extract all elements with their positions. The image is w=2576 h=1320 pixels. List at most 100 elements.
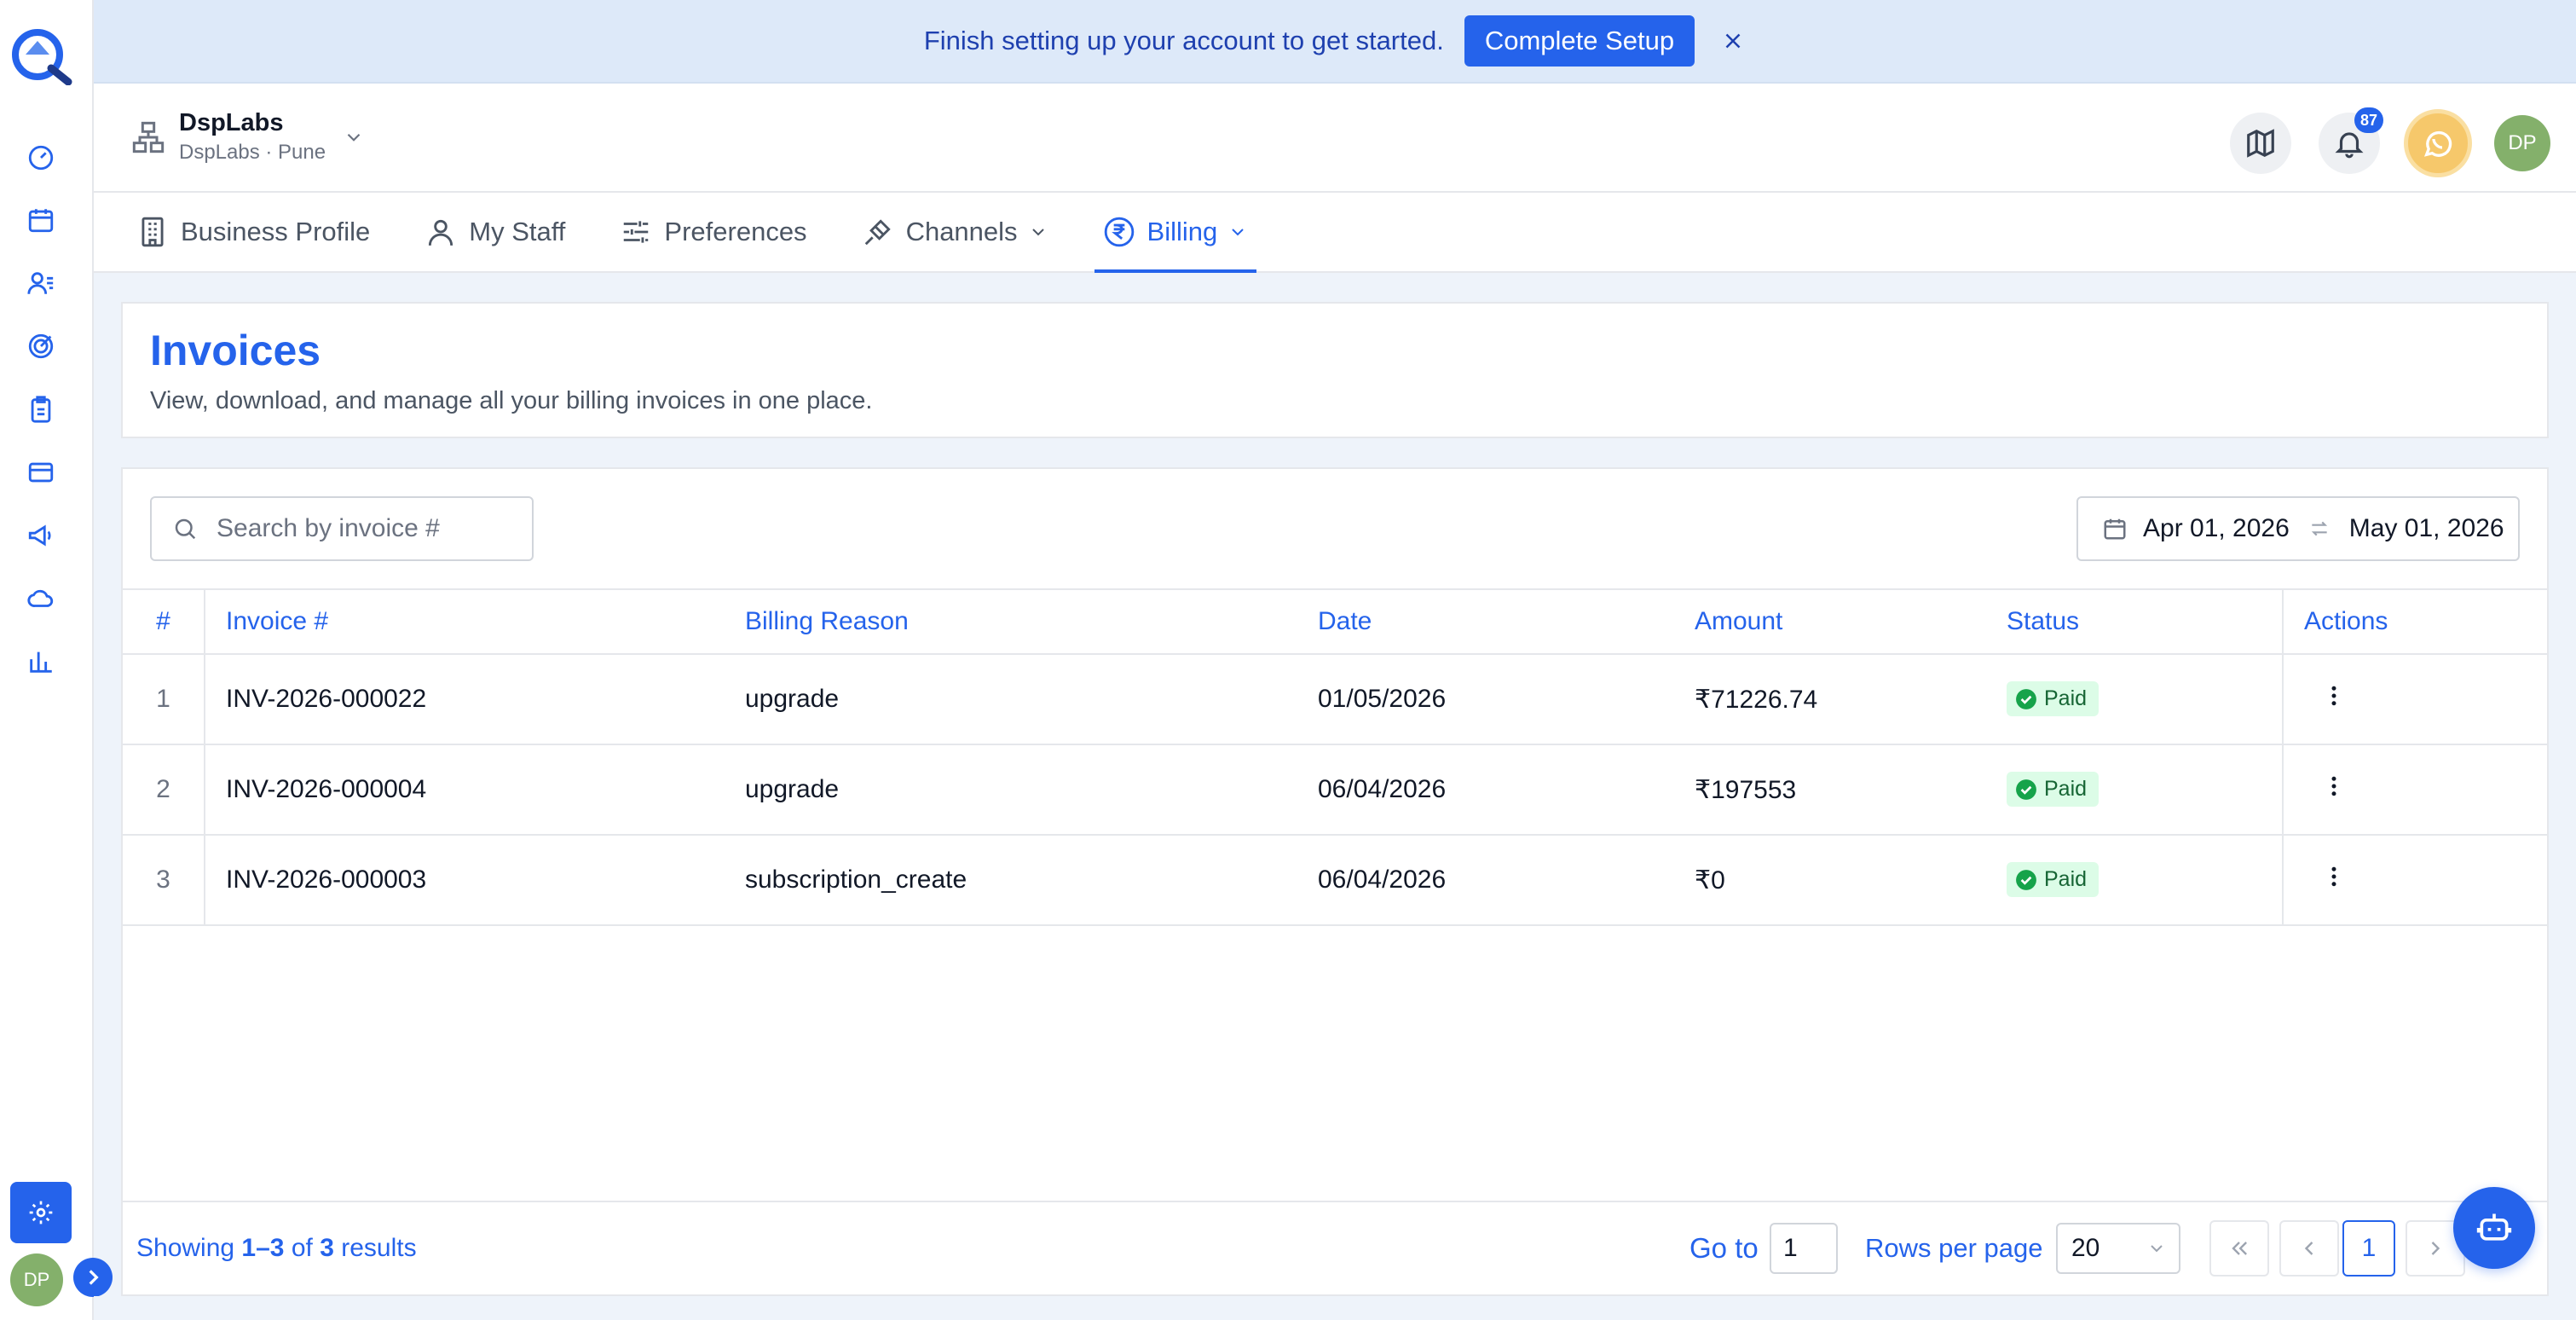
page-header: Invoices View, download, and manage all … xyxy=(121,302,2549,438)
tab-label: My Staff xyxy=(469,217,566,246)
app-logo[interactable] xyxy=(9,24,73,86)
column-header-amount[interactable]: Amount xyxy=(1674,588,1986,655)
sidebar-expand-button[interactable] xyxy=(73,1258,113,1297)
billing-reason: upgrade xyxy=(725,744,1297,836)
banner-message: Finish setting up your account to get st… xyxy=(923,26,1444,55)
search-box[interactable] xyxy=(150,496,534,561)
table-row[interactable]: 1 INV-2026-000022 upgrade 01/05/2026 ₹71… xyxy=(123,654,2547,745)
complete-setup-button[interactable]: Complete Setup xyxy=(1464,15,1695,67)
clipboard-icon[interactable] xyxy=(24,392,58,426)
status-cell: Paid xyxy=(1986,654,2283,745)
actions-cell xyxy=(2282,744,2547,836)
status-label: Paid xyxy=(2044,686,2088,711)
cloud-icon[interactable] xyxy=(24,582,58,616)
invoice-date: 06/04/2026 xyxy=(1297,835,1674,926)
date-from[interactable]: Apr 01, 2026 xyxy=(2143,514,2290,543)
target-icon[interactable] xyxy=(24,329,58,363)
date-to[interactable]: May 01, 2026 xyxy=(2349,514,2504,543)
check-circle-icon xyxy=(2016,869,2036,890)
sidebar: DP xyxy=(0,0,113,1320)
invoice-amount: ₹71226.74 xyxy=(1674,654,1986,745)
bell-icon xyxy=(2335,132,2364,159)
org-icon xyxy=(132,121,165,153)
org-switcher[interactable]: DspLabs DspLabs · Pune xyxy=(131,109,365,165)
invoice-amount: ₹0 xyxy=(1674,835,1986,926)
swap-icon xyxy=(2311,521,2327,536)
more-vertical-icon[interactable] xyxy=(2321,862,2347,891)
showing-of: of xyxy=(291,1234,313,1262)
chevron-left-icon xyxy=(2304,1242,2313,1255)
prev-page-button[interactable] xyxy=(2279,1220,2339,1277)
column-header-invoice[interactable]: Invoice # xyxy=(205,588,725,655)
calendar-icon[interactable] xyxy=(24,203,58,237)
status-badge: Paid xyxy=(2007,772,2099,808)
card-icon[interactable] xyxy=(24,455,58,489)
table-footer: Showing 1–3 of 3 results Go to 1 Rows pe… xyxy=(123,1201,2547,1294)
bot-icon xyxy=(2476,1213,2512,1241)
first-page-button[interactable] xyxy=(2209,1220,2269,1277)
status-badge: Paid xyxy=(2007,681,2099,717)
rupee-icon xyxy=(1104,217,1134,247)
more-vertical-icon[interactable] xyxy=(2321,772,2347,801)
tab-channels[interactable]: Channels xyxy=(853,193,1057,271)
bar-chart-icon[interactable] xyxy=(24,645,58,679)
invoice-date: 06/04/2026 xyxy=(1297,744,1674,836)
map-button[interactable] xyxy=(2230,113,2291,174)
notifications-button[interactable]: 87 xyxy=(2319,107,2383,174)
column-header-index: # xyxy=(123,588,205,655)
search-input[interactable] xyxy=(217,514,506,543)
chevron-down-icon xyxy=(2151,1245,2163,1253)
column-header-date[interactable]: Date xyxy=(1297,588,1674,655)
notification-count-badge: 87 xyxy=(2354,107,2383,133)
table-header-row: # Invoice # Billing Reason Date Amount S… xyxy=(123,588,2547,655)
goto-page-input[interactable]: 1 xyxy=(1770,1223,1838,1274)
settings-tabs: Business Profile My Staff Preferences Ch… xyxy=(94,193,2576,273)
chatbot-button[interactable] xyxy=(2453,1187,2535,1269)
tab-billing[interactable]: Billing xyxy=(1094,193,1257,273)
invoice-amount: ₹197553 xyxy=(1674,744,1986,836)
more-vertical-icon[interactable] xyxy=(2321,681,2347,710)
status-cell: Paid xyxy=(1986,744,2283,836)
status-cell: Paid xyxy=(1986,835,2283,926)
invoice-number: INV-2026-000003 xyxy=(205,835,725,926)
check-circle-icon xyxy=(2016,688,2036,709)
status-label: Paid xyxy=(2044,867,2088,892)
setup-banner: Finish setting up your account to get st… xyxy=(94,0,2576,84)
chevron-right-icon xyxy=(2431,1242,2440,1255)
tab-preferences[interactable]: Preferences xyxy=(611,193,815,271)
goto-label: Go to xyxy=(1689,1232,1759,1264)
megaphone-icon[interactable] xyxy=(24,518,58,553)
column-header-billing-reason[interactable]: Billing Reason xyxy=(725,588,1297,655)
sidebar-avatar[interactable]: DP xyxy=(10,1253,63,1306)
chevron-right-icon xyxy=(89,1270,99,1285)
showing-suffix: results xyxy=(341,1234,417,1262)
user-avatar[interactable]: DP xyxy=(2494,115,2550,171)
gear-icon xyxy=(29,1201,53,1224)
settings-button[interactable] xyxy=(10,1182,72,1243)
close-icon[interactable] xyxy=(1720,28,1746,54)
page-number-button[interactable]: 1 xyxy=(2342,1220,2395,1277)
table-row[interactable]: 3 INV-2026-000003 subscription_create 06… xyxy=(123,835,2547,926)
contacts-icon[interactable] xyxy=(24,266,58,300)
date-range-picker[interactable]: Apr 01, 2026 May 01, 2026 xyxy=(2076,496,2520,561)
org-name: DspLabs xyxy=(179,109,284,136)
tab-business-profile[interactable]: Business Profile xyxy=(128,193,378,271)
billing-reason: upgrade xyxy=(725,654,1297,745)
check-circle-icon xyxy=(2016,779,2036,800)
invoice-date: 01/05/2026 xyxy=(1297,654,1674,745)
column-header-status[interactable]: Status xyxy=(1986,588,2283,655)
invoices-card: Apr 01, 2026 May 01, 2026 # Invoice # Bi… xyxy=(121,467,2549,1296)
rows-per-page-select[interactable]: 20 xyxy=(2056,1223,2180,1274)
chevron-down-icon xyxy=(1031,229,1044,236)
status-label: Paid xyxy=(2044,777,2088,802)
tab-my-staff[interactable]: My Staff xyxy=(416,193,574,271)
actions-cell xyxy=(2282,654,2547,745)
whatsapp-icon xyxy=(2423,130,2452,157)
row-index: 2 xyxy=(123,744,205,836)
calendar-icon xyxy=(2104,518,2126,540)
whatsapp-button[interactable] xyxy=(2404,109,2472,177)
dashboard-icon[interactable] xyxy=(24,141,58,175)
billing-reason: subscription_create xyxy=(725,835,1297,926)
table-row[interactable]: 2 INV-2026-000004 upgrade 06/04/2026 ₹19… xyxy=(123,744,2547,836)
user-icon xyxy=(429,219,453,246)
